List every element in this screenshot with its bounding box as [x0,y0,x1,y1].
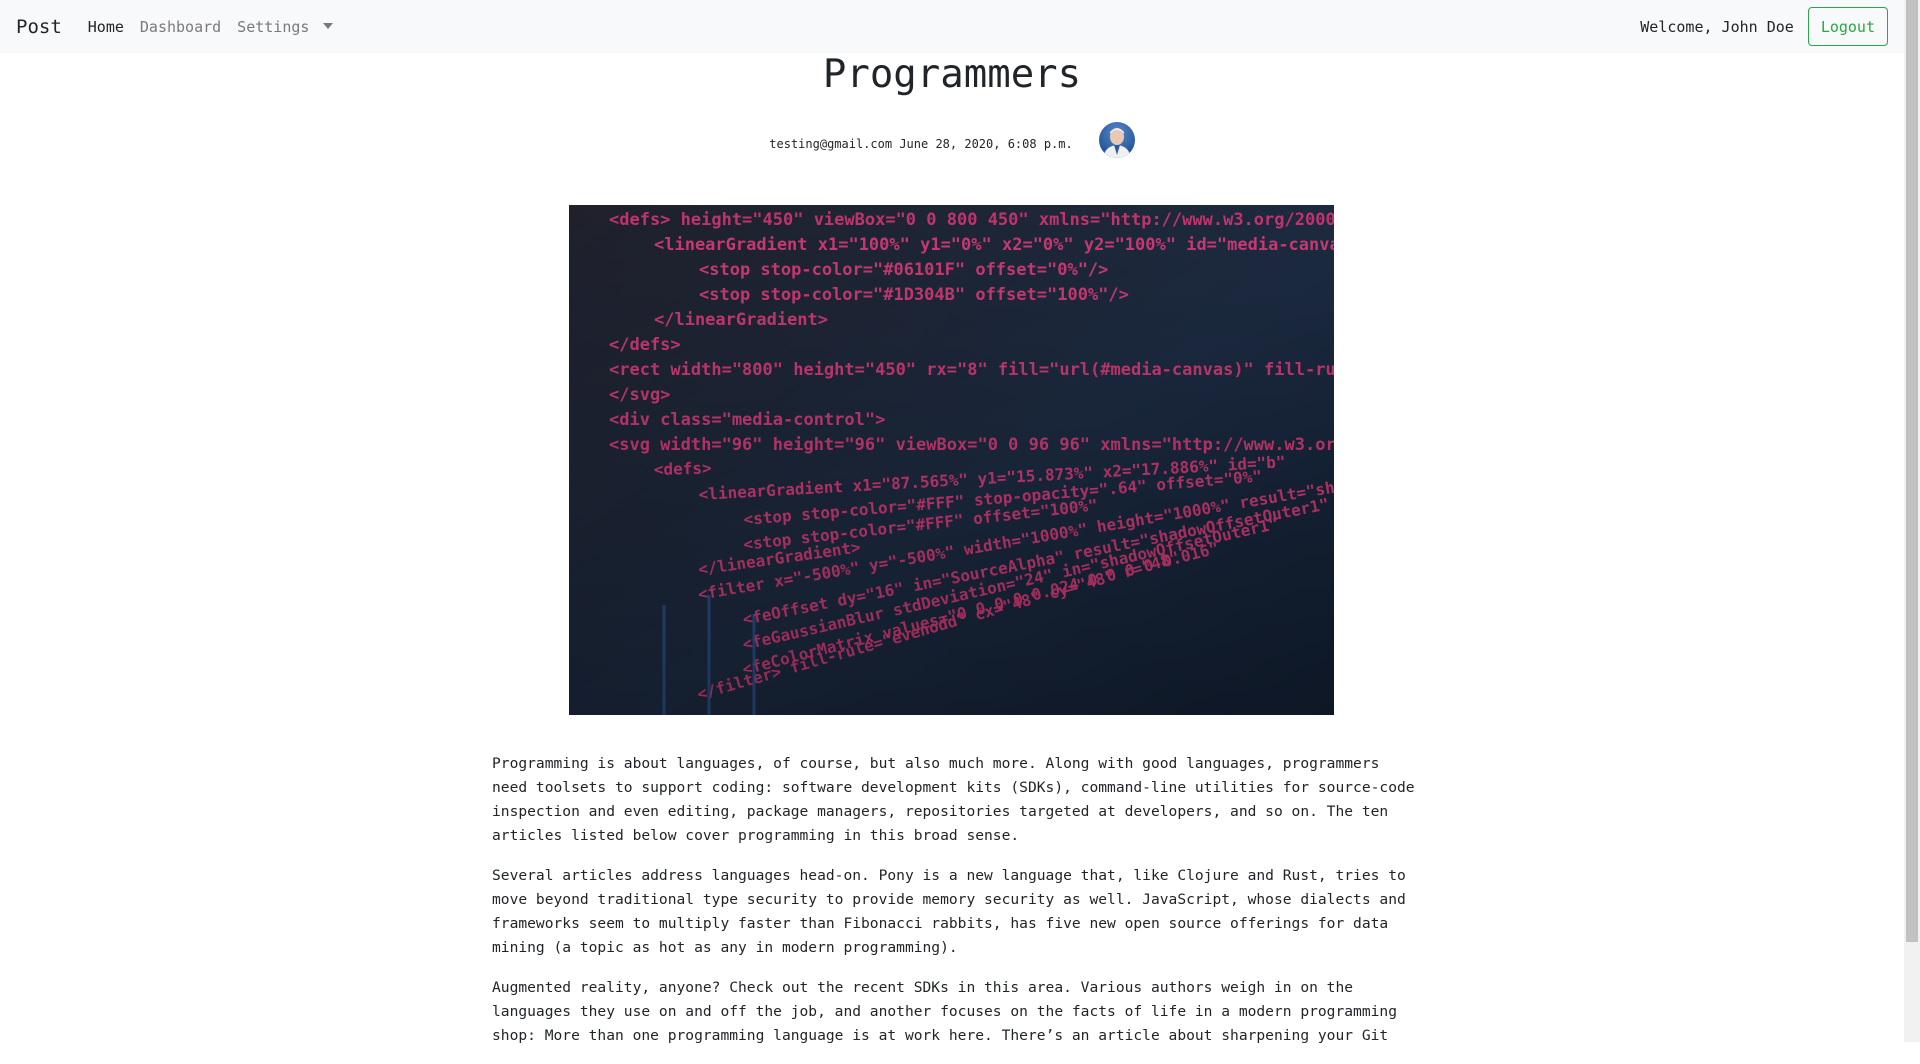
avatar-image [1098,122,1135,158]
brand-link[interactable]: Post [16,16,62,38]
top-navbar: Post Home Dashboard Settings Welcome, Jo… [0,0,1904,53]
logout-button[interactable]: Logout [1807,7,1888,46]
post-paragraph: Programming is about languages, of cours… [492,755,1415,844]
post-body: Programming is about languages, of cours… [492,752,1422,1064]
post-paragraph: Several articles address languages head-… [492,867,1406,956]
page-scrollbar[interactable] [1904,0,1920,1042]
scrollbar-thumb[interactable] [1906,0,1918,942]
nav-settings-label: Settings [237,17,310,36]
post-byline: testing@gmail.com June 28, 2020, 6:08 p.… [769,137,1072,151]
post-paragraph: Augmented reality, anyone? Check out the… [492,979,1397,1044]
post-meta: testing@gmail.com June 28, 2020, 6:08 p.… [0,122,1904,158]
nav-user-area: Welcome, John Doe Logout [1640,7,1888,46]
post-hero-image: <defs> height="450" viewBox="0 0 800 450… [569,205,1334,715]
author-email: testing@gmail.com [769,137,893,151]
author-avatar [1098,122,1135,158]
welcome-text: Welcome, John Doe [1640,17,1794,36]
caret-down-icon [323,22,334,29]
nav-settings-dropdown[interactable]: Settings [237,17,334,36]
post-title: Programmers [822,52,1082,97]
code-screenshot-image: <defs> height="450" viewBox="0 0 800 450… [569,205,1334,715]
post-date: June 28, 2020, 6:08 p.m. [899,137,1073,151]
nav-dashboard-link[interactable]: Dashboard [140,18,221,36]
nav-home-link[interactable]: Home [88,18,124,36]
